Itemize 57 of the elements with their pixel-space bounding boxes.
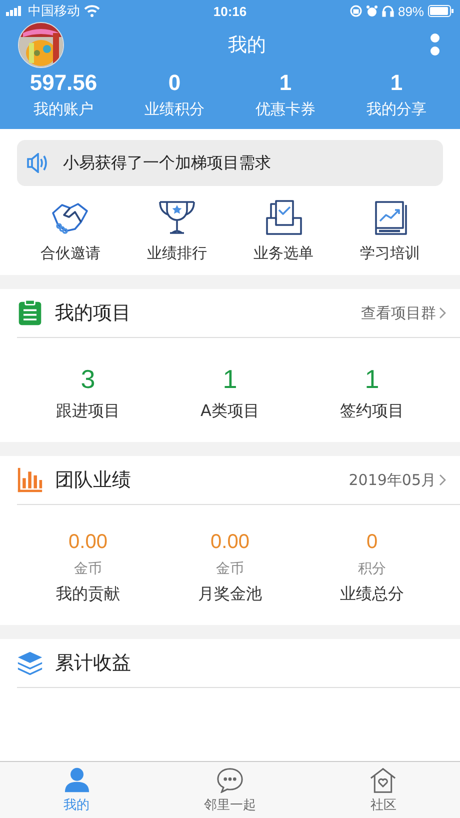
bar-chart-icon [17, 467, 43, 493]
alarm-icon [366, 5, 378, 17]
chevron-icon[interactable] [439, 307, 446, 319]
notice-bar[interactable]: 小易获得了一个加梯项目需求 [17, 140, 443, 186]
metric-label[interactable]: 跟进项目 [56, 401, 120, 422]
metric-unit: 金币 [216, 560, 244, 578]
page-title: 我的 [228, 33, 266, 58]
stat-label[interactable]: 优惠卡券 [256, 100, 316, 119]
metric-label[interactable]: A类项目 [200, 401, 260, 422]
notice-text: 小易获得了一个加梯项目需求 [63, 152, 271, 174]
section-title: 累计收益 [55, 651, 132, 676]
battery-icon [428, 5, 454, 17]
battery-percent: 89% [398, 4, 424, 18]
wifi-icon [84, 5, 100, 17]
metric-value[interactable]: 1 [364, 364, 380, 395]
metric-unit: 积分 [358, 560, 386, 578]
rotation-lock-icon [350, 5, 362, 17]
more-icon[interactable] [430, 33, 440, 57]
metric-value[interactable]: 1 [222, 364, 238, 395]
headphones-icon [382, 5, 394, 17]
stat-value[interactable]: 597.56 [30, 70, 98, 96]
tab-item[interactable]: 我的 [0, 762, 154, 818]
stat-value[interactable]: 1 [279, 70, 292, 96]
trophy-icon [156, 200, 197, 236]
metric-unit: 金币 [74, 560, 102, 578]
shortcut-label[interactable]: 学习培训 [360, 244, 420, 263]
section-title: 我的项目 [55, 301, 132, 326]
stat-label[interactable]: 业绩积分 [144, 100, 204, 119]
chevron-icon[interactable] [439, 474, 446, 486]
shortcut-label[interactable]: 合伙邀请 [40, 244, 100, 263]
clipboard-icon [17, 300, 43, 326]
stat-label[interactable]: 我的账户 [34, 100, 94, 119]
metric-label[interactable]: 月奖金池 [198, 584, 262, 605]
home-heart-icon [370, 766, 396, 792]
shortcut-label[interactable]: 业绩排行 [146, 244, 207, 263]
carrier-name: 中国移动 [28, 2, 80, 20]
tab-item[interactable]: 邻里一起 [153, 762, 307, 818]
stat-label[interactable]: 我的分享 [366, 100, 426, 119]
section-title: 团队业绩 [55, 468, 132, 493]
section-link[interactable]: 2019年05月 [348, 470, 436, 490]
metric-label[interactable]: 我的贡献 [56, 584, 120, 605]
metric-label[interactable]: 签约项目 [340, 401, 404, 422]
inbox-check-icon [263, 200, 304, 236]
signal-icon [6, 6, 24, 16]
shortcut-label[interactable]: 业务选单 [253, 244, 314, 263]
tab-item[interactable]: 社区 [306, 762, 460, 818]
metric-label[interactable]: 业绩总分 [340, 584, 404, 605]
handshake-icon [50, 200, 90, 236]
speaker-icon [27, 153, 49, 173]
clock-time: 10:16 [213, 4, 247, 18]
metric-value[interactable]: 3 [80, 364, 96, 395]
stat-value[interactable]: 0 [168, 70, 181, 96]
section-link[interactable]: 查看项目群 [361, 304, 436, 322]
chat-icon [216, 766, 243, 792]
stat-value[interactable]: 1 [390, 70, 403, 96]
person-icon [64, 766, 90, 792]
layers-icon [17, 650, 43, 676]
